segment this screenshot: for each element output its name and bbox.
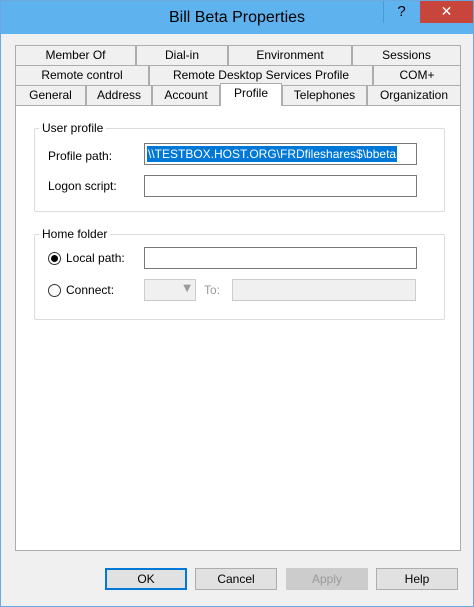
tab-account[interactable]: Account (152, 85, 220, 105)
close-button[interactable]: ✕ (420, 1, 473, 23)
logon-script-input[interactable] (144, 175, 417, 197)
connect-radio[interactable] (48, 284, 61, 297)
tab-profile[interactable]: Profile (220, 83, 282, 106)
properties-window: Bill Beta Properties ? ✕ Member Of Dial-… (0, 0, 474, 607)
apply-button[interactable]: Apply (286, 568, 368, 590)
home-folder-group-title: Home folder (39, 227, 111, 241)
tab-remote-desktop-services-profile[interactable]: Remote Desktop Services Profile (149, 65, 373, 85)
local-path-label[interactable]: Local path: (66, 251, 125, 265)
profile-path-input[interactable]: \\TESTBOX.HOST.ORG\FRDfileshares$\bbeta (144, 143, 417, 165)
to-label: To: (204, 283, 221, 297)
tab-telephones[interactable]: Telephones (282, 85, 367, 105)
local-path-input[interactable] (144, 247, 417, 269)
help-title-button[interactable]: ? (383, 1, 419, 23)
connect-label[interactable]: Connect: (66, 283, 114, 297)
user-profile-group-title: User profile (39, 121, 107, 135)
tab-address[interactable]: Address (86, 85, 152, 105)
local-path-radio[interactable] (48, 252, 61, 265)
drive-letter-select[interactable]: ▼ (144, 279, 196, 301)
profile-path-value: \\TESTBOX.HOST.ORG\FRDfileshares$\bbeta (147, 146, 398, 162)
help-button[interactable]: Help (376, 568, 458, 590)
logon-script-label: Logon script: (48, 179, 117, 193)
tab-dial-in[interactable]: Dial-in (136, 45, 228, 65)
tab-general[interactable]: General (15, 85, 86, 105)
ok-button[interactable]: OK (105, 568, 187, 590)
tab-member-of[interactable]: Member Of (15, 45, 136, 65)
tab-organization[interactable]: Organization (367, 85, 461, 105)
chevron-down-icon: ▼ (183, 283, 191, 294)
tab-sessions[interactable]: Sessions (352, 45, 461, 65)
cancel-button[interactable]: Cancel (195, 568, 277, 590)
profile-path-label: Profile path: (48, 149, 113, 163)
tab-com-plus[interactable]: COM+ (373, 65, 461, 85)
title-bar[interactable]: Bill Beta Properties ? ✕ (1, 1, 473, 34)
connect-path-input[interactable] (232, 279, 416, 301)
profile-tab-panel: User profile Profile path: \\TESTBOX.HOS… (15, 105, 461, 551)
tab-remote-control[interactable]: Remote control (15, 65, 149, 85)
tab-environment[interactable]: Environment (228, 45, 352, 65)
user-profile-group (34, 128, 445, 212)
